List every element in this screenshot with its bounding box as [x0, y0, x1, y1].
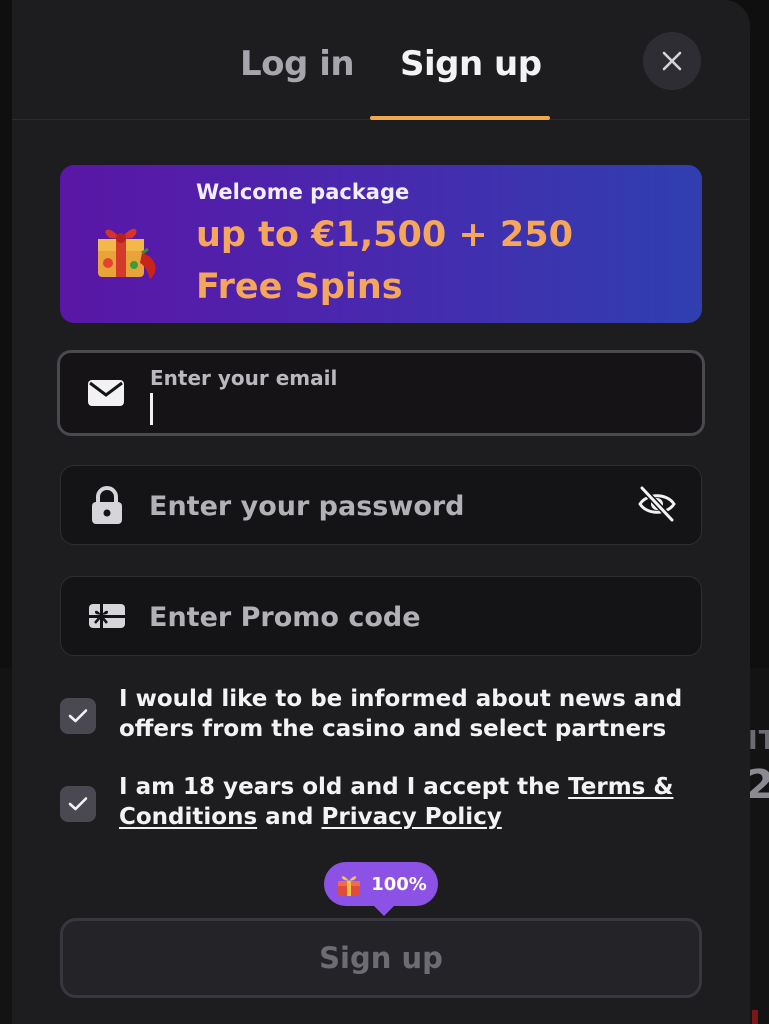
lock-icon: [87, 485, 127, 525]
password-field[interactable]: [60, 465, 702, 545]
banner-title: Welcome package: [196, 180, 410, 204]
news-checkbox[interactable]: [60, 698, 96, 734]
checkmark-icon: [68, 709, 88, 723]
promo-card-icon: [87, 596, 127, 636]
auth-tabs: Log in Sign up: [12, 0, 750, 120]
tab-login[interactable]: Log in: [240, 44, 355, 84]
consent-news-text: I would like to be informed about news a…: [119, 686, 683, 742]
tab-signup[interactable]: Sign up: [400, 44, 542, 84]
welcome-banner[interactable]: Welcome package up to €1,500 + 250 Free …: [60, 165, 702, 323]
background-text: IT: [748, 726, 769, 756]
consent-terms-text: I am 18 years old and I accept the Terms…: [119, 772, 699, 832]
email-field[interactable]: Enter your email: [57, 350, 705, 436]
banner-amount: up to €1,500 + 250 Free Spins: [196, 215, 573, 307]
bonus-percent: 100%: [371, 873, 427, 895]
close-icon: [662, 51, 682, 71]
mail-icon: [86, 373, 126, 413]
email-label: Enter your email: [150, 366, 338, 390]
close-button[interactable]: [643, 32, 701, 90]
gift-icon: [98, 228, 156, 279]
promo-input[interactable]: [149, 597, 629, 637]
consent-terms-middle: and: [257, 804, 322, 830]
privacy-link[interactable]: Privacy Policy: [322, 804, 502, 830]
signup-submit-button[interactable]: Sign up: [60, 918, 702, 998]
background-decoration: [752, 1010, 758, 1024]
bonus-progress-pill: 100%: [324, 862, 438, 916]
eye-off-icon[interactable]: [637, 484, 677, 524]
terms-checkbox[interactable]: [60, 786, 96, 822]
text-caret: [150, 393, 153, 425]
signup-modal: Log in Sign up Welcome package up to €1,…: [12, 0, 750, 1024]
password-input[interactable]: [149, 486, 629, 526]
active-tab-indicator: [370, 116, 550, 120]
promo-field[interactable]: [60, 576, 702, 656]
gift-icon: [338, 876, 361, 896]
checkmark-icon: [68, 797, 88, 811]
consent-terms-prefix: I am 18 years old and I accept the: [119, 774, 569, 800]
